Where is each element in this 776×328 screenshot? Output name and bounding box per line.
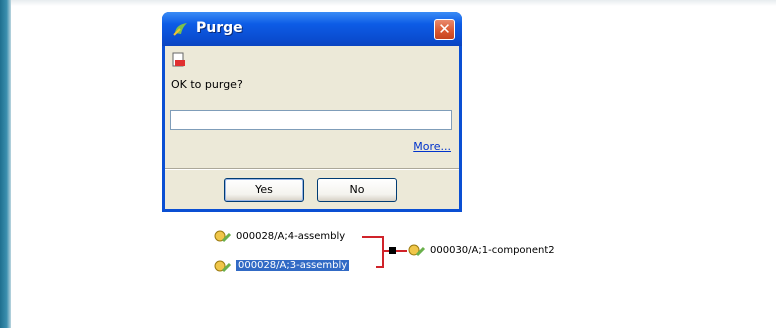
window-edge <box>0 0 11 328</box>
more-link[interactable]: More... <box>413 140 451 153</box>
close-button[interactable]: ✕ <box>434 19 455 40</box>
purge-input[interactable] <box>170 110 452 130</box>
part-icon <box>408 244 426 257</box>
close-icon: ✕ <box>438 20 451 38</box>
top-edge <box>11 0 776 6</box>
dialog-titlebar[interactable]: Purge ✕ <box>162 12 462 46</box>
junction-dot <box>389 247 396 254</box>
dialog-title: Purge <box>196 20 243 36</box>
no-button[interactable]: No <box>317 178 397 202</box>
button-separator <box>165 168 459 170</box>
purge-prompt: OK to purge? <box>171 78 243 91</box>
part-icon <box>214 260 232 273</box>
node-label: 000028/A;4-assembly <box>236 231 346 242</box>
part-icon <box>214 230 232 243</box>
node-label-selected: 000028/A;3-assembly <box>236 260 350 271</box>
node-label: 000030/A;1-component2 <box>430 245 555 256</box>
document-icon <box>172 52 185 67</box>
connector-line <box>382 236 384 268</box>
connector-line <box>362 236 384 238</box>
yes-button[interactable]: Yes <box>224 178 304 202</box>
purge-dialog: Purge ✕ OK to purge? More... Yes No <box>162 12 462 212</box>
connector-line <box>376 266 384 268</box>
purge-app-icon <box>173 23 187 36</box>
dialog-body: OK to purge? More... Yes No <box>165 46 459 209</box>
